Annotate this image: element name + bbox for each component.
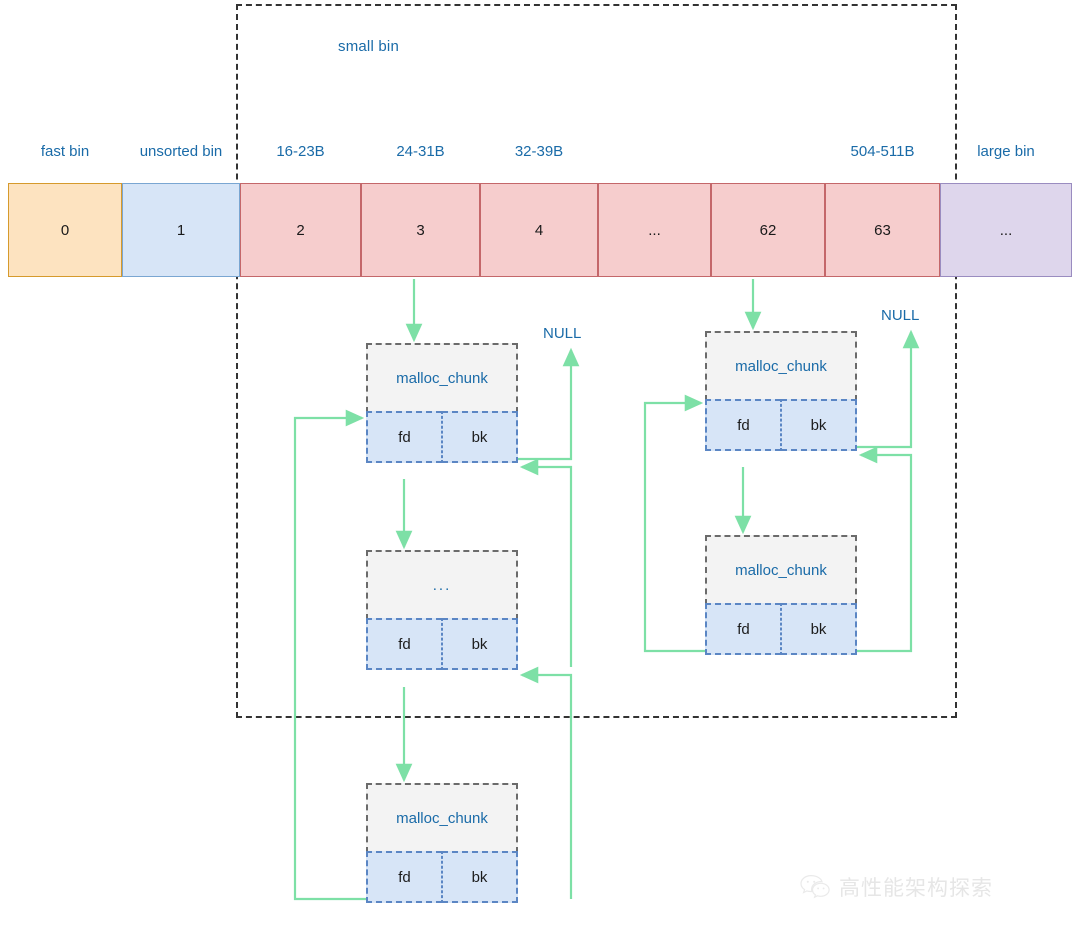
chunk-bk-field[interactable]: bk bbox=[442, 411, 518, 463]
bin-header: 16-23B bbox=[276, 143, 325, 160]
bin-cell-unsorted[interactable]: 1 bbox=[122, 183, 240, 277]
chunk-fd-field[interactable]: fd bbox=[366, 618, 442, 670]
chunk-bk-field[interactable]: bk bbox=[781, 399, 857, 451]
watermark-text: 高性能架构探索 bbox=[839, 876, 993, 900]
malloc-chunk-node[interactable]: malloc_chunk fd bk bbox=[705, 535, 857, 655]
chunk-bk-field[interactable]: bk bbox=[781, 603, 857, 655]
chunk-pointers: fd bk bbox=[705, 603, 857, 655]
diagram-canvas: small bin fast bin unsorted bin 16-23B 24-3… bbox=[0, 0, 1080, 939]
bin-header: 504-511B bbox=[850, 143, 915, 160]
bin-cell-small[interactable]: 2 bbox=[240, 183, 361, 277]
bin-header: unsorted bin bbox=[139, 143, 223, 160]
chunk-fd-field[interactable]: fd bbox=[705, 603, 781, 655]
bin-cell-small[interactable]: 4 bbox=[480, 183, 598, 277]
null-terminator-label: NULL bbox=[881, 307, 920, 324]
bin-header: 32-39B bbox=[514, 143, 564, 160]
chunk-fd-field[interactable]: fd bbox=[366, 851, 442, 903]
chunk-title: malloc_chunk bbox=[705, 535, 857, 605]
bin-header: fast bin bbox=[40, 143, 90, 160]
malloc-chunk-node[interactable]: malloc_chunk fd bk bbox=[366, 783, 518, 903]
chunk-title: malloc_chunk bbox=[705, 331, 857, 401]
chunk-bk-field[interactable]: bk bbox=[442, 618, 518, 670]
malloc-chunk-node[interactable]: malloc_chunk fd bk bbox=[366, 343, 518, 463]
chunk-pointers: fd bk bbox=[366, 851, 518, 903]
null-terminator-label: NULL bbox=[543, 325, 582, 342]
malloc-chunk-node[interactable]: ... fd bk bbox=[366, 550, 518, 670]
bin-cell-fast[interactable]: 0 bbox=[8, 183, 122, 277]
chunk-pointers: fd bk bbox=[366, 411, 518, 463]
bin-cell-small[interactable]: 63 bbox=[825, 183, 940, 277]
chunk-pointers: fd bk bbox=[705, 399, 857, 451]
wechat-icon bbox=[800, 874, 830, 899]
chunk-fd-field[interactable]: fd bbox=[366, 411, 442, 463]
bin-header: 24-31B bbox=[396, 143, 445, 160]
chunk-title: ... bbox=[366, 550, 518, 620]
bin-cell-small[interactable]: ... bbox=[598, 183, 711, 277]
chunk-bk-field[interactable]: bk bbox=[442, 851, 518, 903]
chunk-fd-field[interactable]: fd bbox=[705, 399, 781, 451]
malloc-chunk-node[interactable]: malloc_chunk fd bk bbox=[705, 331, 857, 451]
chunk-pointers: fd bk bbox=[366, 618, 518, 670]
chunk-title: malloc_chunk bbox=[366, 343, 518, 413]
chunk-title: malloc_chunk bbox=[366, 783, 518, 853]
bin-cell-small[interactable]: 62 bbox=[711, 183, 825, 277]
bin-cell-small[interactable]: 3 bbox=[361, 183, 480, 277]
bin-cell-large[interactable]: ... bbox=[940, 183, 1072, 277]
watermark: 高性能架构探索 bbox=[800, 872, 993, 902]
small-bin-group-label: small bin bbox=[338, 38, 399, 55]
bin-header: large bin bbox=[977, 143, 1035, 160]
